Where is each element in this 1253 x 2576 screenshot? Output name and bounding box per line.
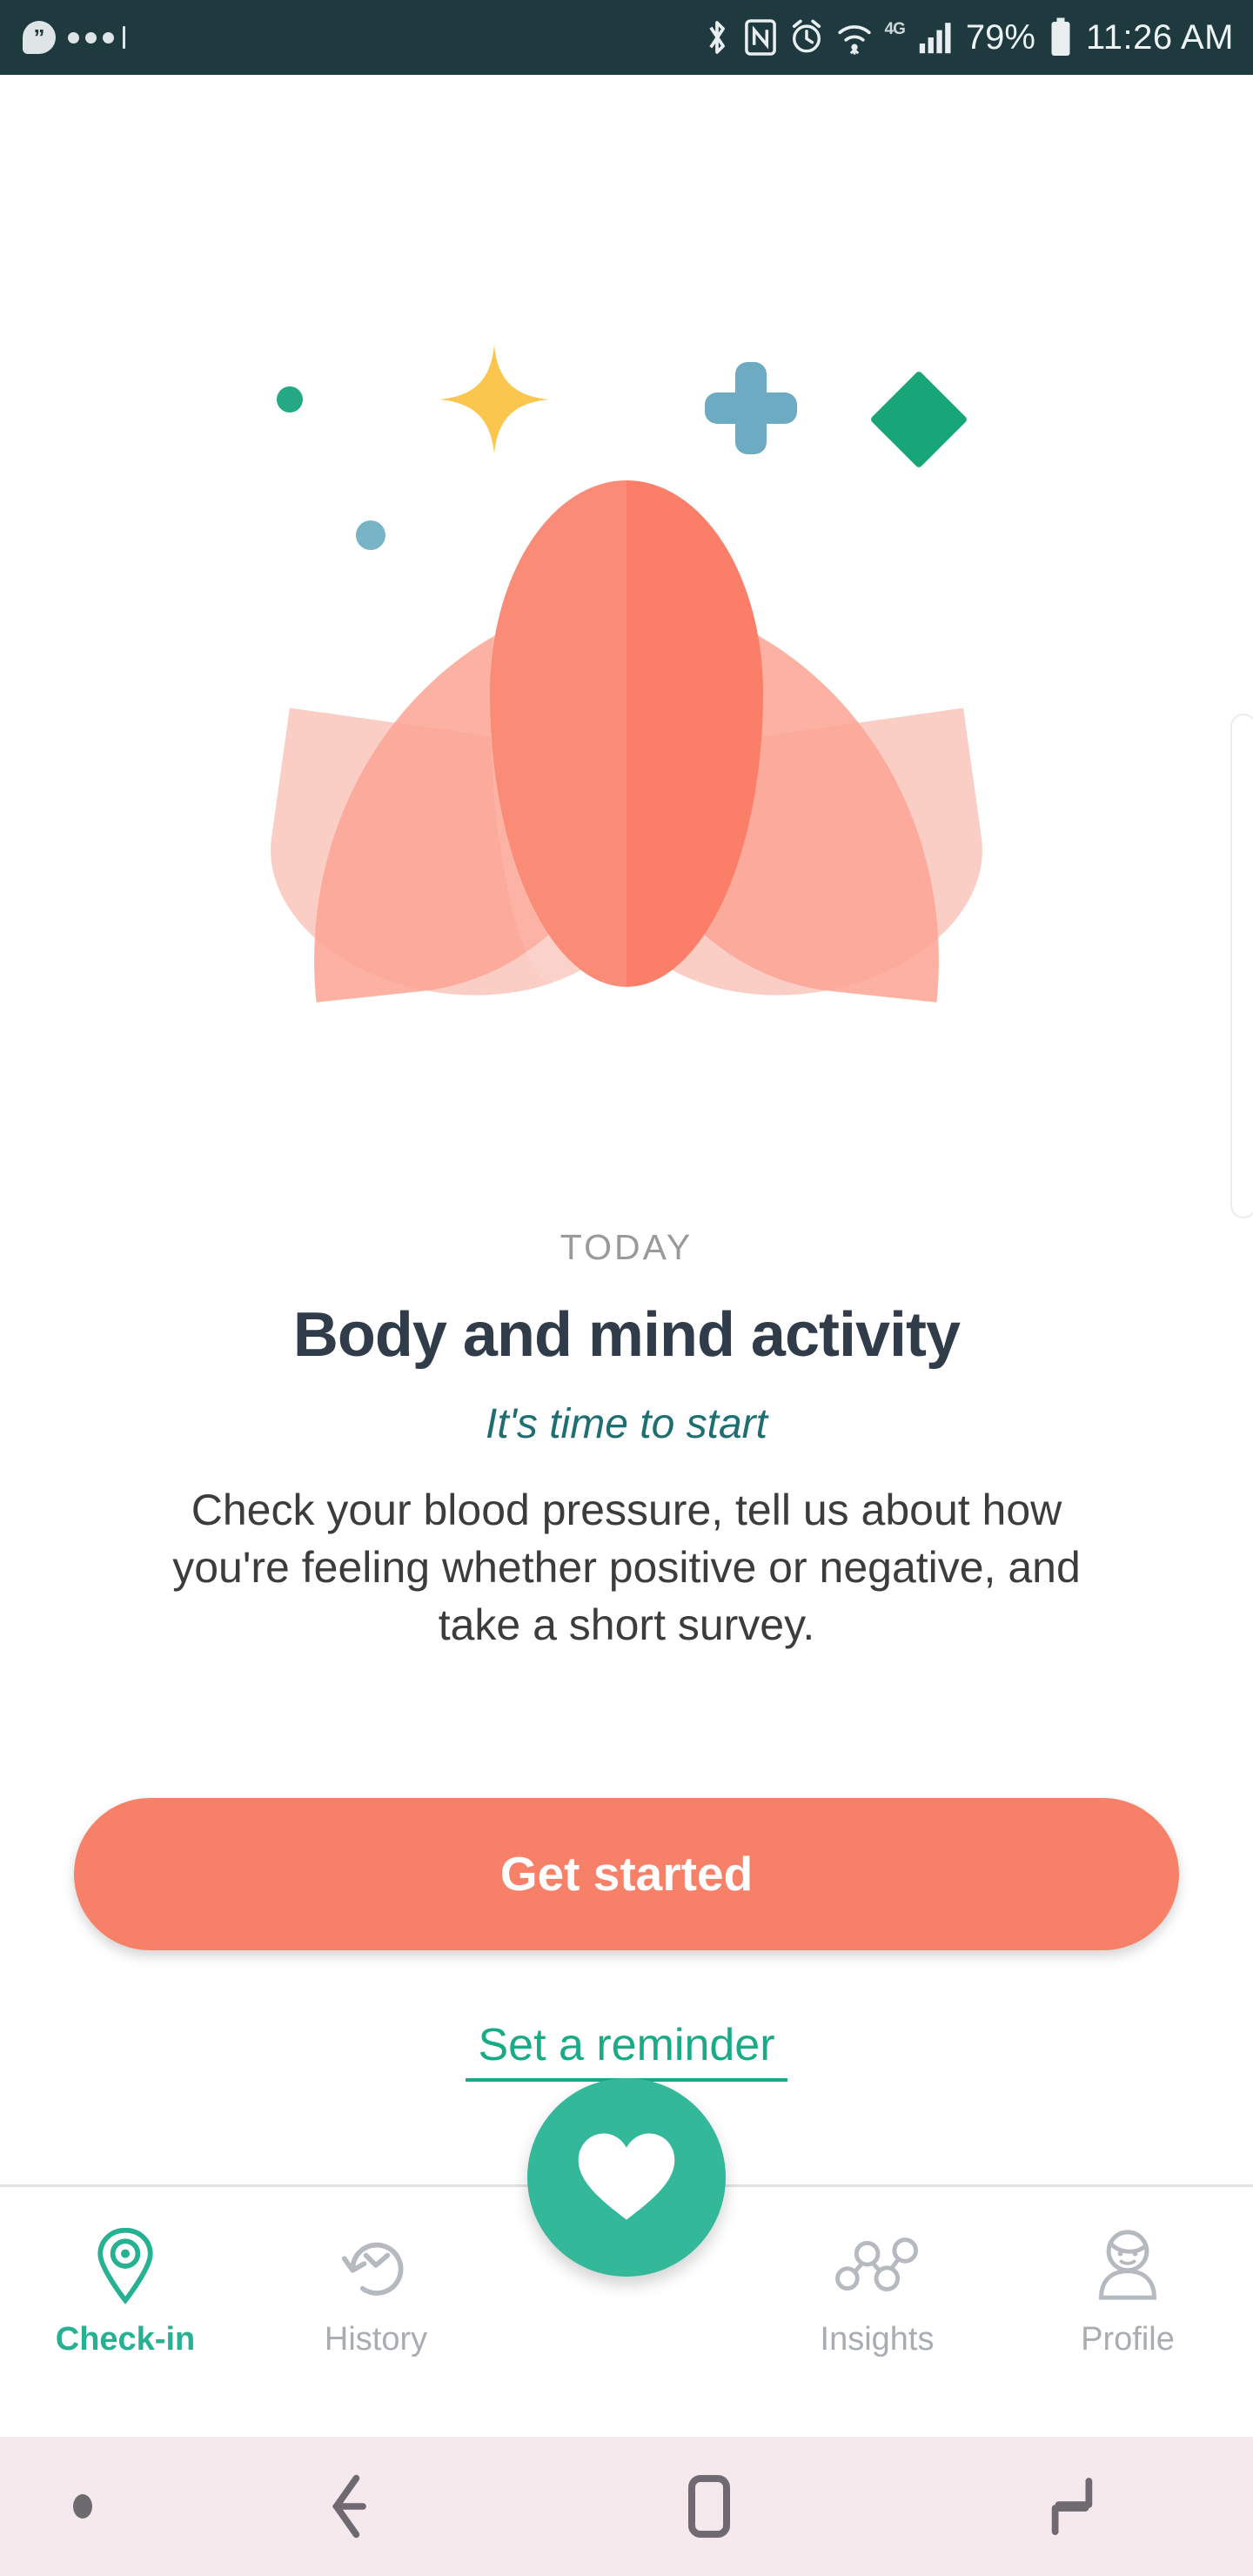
nav-label-profile: Profile <box>1081 2321 1175 2358</box>
heart-icon <box>573 2128 680 2228</box>
green-diamond-icon <box>869 370 968 469</box>
phone-screen: ” 4G 79% 11:26 AM TODAY Body and mind ac… <box>0 0 1253 2576</box>
primary-action-container: Get started <box>0 1798 1253 1950</box>
hangouts-icon: ” <box>23 21 56 54</box>
signal-icon <box>919 23 951 54</box>
nav-label-history: History <box>324 2321 428 2358</box>
status-bar-system-icons: 4G 79% 11:26 AM <box>702 17 1234 58</box>
green-dot-icon <box>277 386 303 413</box>
battery-percent-label: 79% <box>965 17 1035 57</box>
nav-dot-indicator[interactable] <box>0 2494 165 2519</box>
secondary-action-container: Set a reminder <box>0 2019 1253 2082</box>
status-bar-notifications: ” <box>23 21 125 54</box>
page-title: Body and mind activity <box>292 1300 961 1370</box>
clock-label: 11:26 AM <box>1085 17 1234 57</box>
yellow-sparkle-icon <box>439 345 549 454</box>
nav-label-check-in: Check-in <box>55 2321 196 2358</box>
nfc-icon <box>744 19 776 56</box>
home-button[interactable] <box>528 2473 891 2539</box>
lotus-flower-icon <box>253 480 1000 1019</box>
network-type-icon: 4G <box>884 20 906 38</box>
android-navigation-bar <box>0 2437 1253 2576</box>
alarm-icon <box>792 19 821 53</box>
activity-card: TODAY Body and mind activity It's time t… <box>0 1227 1253 1654</box>
get-started-button[interactable]: Get started <box>74 1798 1179 1950</box>
person-avatar-icon <box>1093 2225 1163 2305</box>
location-pin-icon <box>93 2225 157 2305</box>
nav-label-insights: Insights <box>820 2321 935 2358</box>
hero-illustration <box>0 75 1253 1019</box>
subtitle-label: It's time to start <box>486 1401 767 1447</box>
blue-plus-icon <box>705 362 797 454</box>
heart-fab-button[interactable] <box>527 2078 726 2277</box>
set-a-reminder-link[interactable]: Set a reminder <box>466 2019 787 2082</box>
battery-icon <box>1051 17 1070 56</box>
bluetooth-icon <box>708 21 725 54</box>
wifi-icon <box>837 25 871 55</box>
clock-history-icon <box>339 2225 412 2305</box>
nav-item-check-in[interactable]: Check-in <box>0 2225 251 2358</box>
status-bar: ” 4G 79% 11:26 AM <box>0 0 1253 75</box>
nav-item-insights[interactable]: Insights <box>752 2225 1002 2358</box>
recents-button[interactable] <box>890 2473 1253 2539</box>
more-notifications-icon <box>68 26 125 49</box>
nav-item-profile[interactable]: Profile <box>1002 2225 1253 2358</box>
nav-item-history[interactable]: History <box>251 2225 501 2358</box>
eyebrow-label: TODAY <box>559 1227 694 1267</box>
back-button[interactable] <box>165 2472 528 2541</box>
description-text: Check your blood pressure, tell us about… <box>172 1486 1081 1649</box>
network-chart-icon <box>835 2225 919 2305</box>
